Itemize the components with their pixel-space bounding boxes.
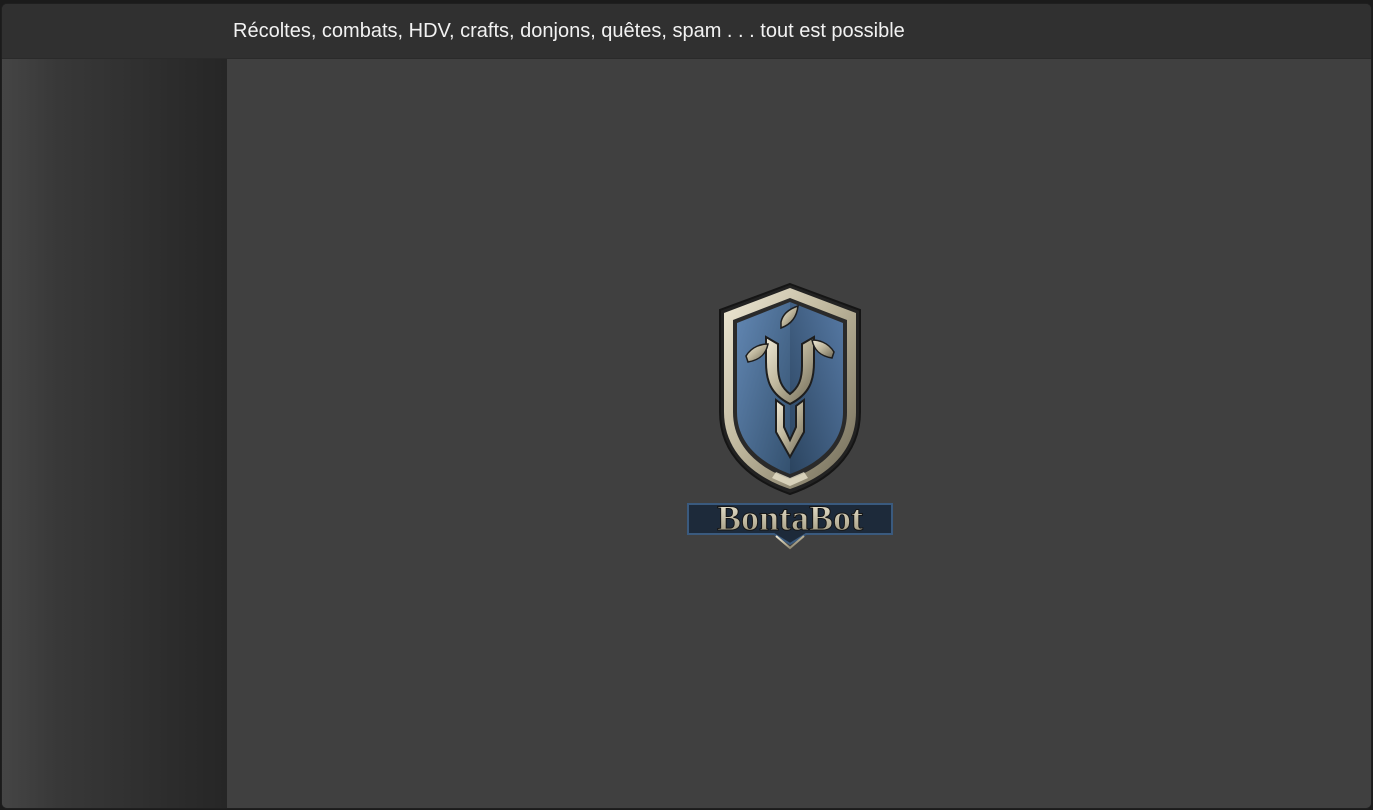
bontabot-logo: BontaBot (680, 282, 900, 552)
top-bar: Récoltes, combats, HDV, crafts, donjons,… (2, 4, 1371, 59)
logo-wordmark: BontaBot (717, 498, 863, 538)
shield-logo-icon: BontaBot (687, 282, 893, 550)
main-content: BontaBot (227, 59, 1371, 808)
app-window: Récoltes, combats, HDV, crafts, donjons,… (1, 3, 1372, 809)
header-tagline: Récoltes, combats, HDV, crafts, donjons,… (233, 20, 905, 42)
sidebar (2, 59, 227, 808)
